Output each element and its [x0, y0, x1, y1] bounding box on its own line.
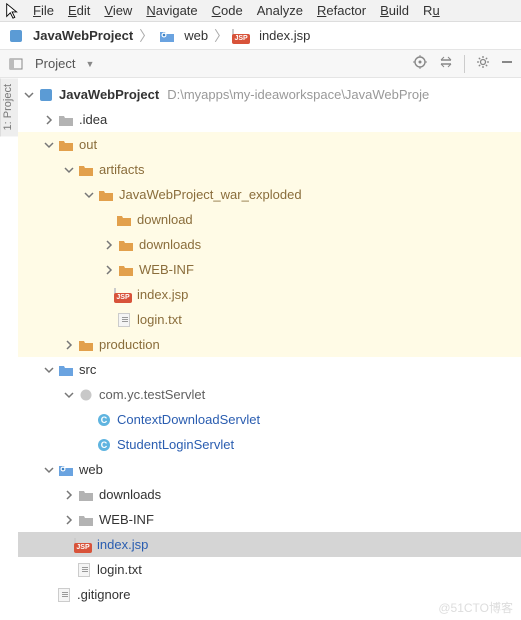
folder-icon — [58, 137, 74, 153]
breadcrumb-web[interactable]: web — [157, 28, 210, 44]
folder-icon — [78, 512, 94, 528]
tree-item-web[interactable]: web — [18, 457, 521, 482]
breadcrumb-file[interactable]: JSP index.jsp — [232, 28, 312, 44]
chevron-down-icon[interactable] — [42, 363, 56, 377]
chevron-down-icon[interactable] — [82, 188, 96, 202]
tree-item-logintxt-out[interactable]: login.txt — [18, 307, 521, 332]
tree-item-downloads[interactable]: downloads — [18, 232, 521, 257]
tree-item-src[interactable]: src — [18, 357, 521, 382]
separator — [464, 55, 465, 73]
tree-item-logintxt[interactable]: login.txt — [18, 557, 521, 582]
module-icon — [8, 28, 24, 44]
cursor-icon — [4, 2, 22, 20]
folder-icon — [78, 487, 94, 503]
tree-item-webinf[interactable]: WEB-INF — [18, 257, 521, 282]
svg-text:C: C — [101, 415, 108, 425]
folder-icon — [78, 162, 94, 178]
breadcrumb-project[interactable]: JavaWebProject — [6, 28, 135, 44]
tree-item-war-exploded[interactable]: JavaWebProject_war_exploded — [18, 182, 521, 207]
project-tool-header: Project ▼ — [0, 50, 521, 78]
menu-code[interactable]: Code — [205, 1, 250, 20]
tree-item-out[interactable]: out — [18, 132, 521, 157]
chevron-down-icon[interactable] — [22, 88, 36, 102]
tree-item-indexjsp[interactable]: JSP index.jsp — [18, 532, 521, 557]
project-tree[interactable]: JavaWebProject D:\myapps\my-ideaworkspac… — [18, 78, 521, 611]
folder-icon — [58, 112, 74, 128]
chevron-right-icon[interactable] — [62, 488, 76, 502]
tree-root[interactable]: JavaWebProject D:\myapps\my-ideaworkspac… — [18, 82, 521, 107]
menu-navigate[interactable]: Navigate — [139, 1, 204, 20]
text-file-icon — [116, 312, 132, 328]
tree-item-package[interactable]: com.yc.testServlet — [18, 382, 521, 407]
menu-build[interactable]: Build — [373, 1, 416, 20]
breadcrumb: JavaWebProject 〉 web 〉 JSP index.jsp — [0, 22, 521, 50]
chevron-right-icon[interactable] — [102, 238, 116, 252]
source-folder-icon — [58, 362, 74, 378]
tree-item-indexjsp-out[interactable]: JSP index.jsp — [18, 282, 521, 307]
class-icon: C — [96, 437, 112, 453]
chevron-right-icon[interactable] — [62, 513, 76, 527]
package-icon — [78, 387, 94, 403]
breadcrumb-separator: 〉 — [139, 26, 153, 46]
jsp-icon: JSP — [234, 28, 250, 44]
menu-view[interactable]: View — [97, 1, 139, 20]
web-folder-icon — [58, 462, 74, 478]
folder-icon — [118, 237, 134, 253]
watermark: @51CTO博客 — [438, 599, 513, 616]
chevron-right-icon[interactable] — [42, 113, 56, 127]
tree-item-download[interactable]: download — [18, 207, 521, 232]
chevron-right-icon[interactable] — [102, 263, 116, 277]
svg-text:C: C — [101, 440, 108, 450]
settings-icon[interactable] — [475, 54, 491, 73]
tree-item-artifacts[interactable]: artifacts — [18, 157, 521, 182]
chevron-down-icon[interactable] — [62, 163, 76, 177]
menu-refactor[interactable]: Refactor — [310, 1, 373, 20]
tree-item-idea[interactable]: .idea — [18, 107, 521, 132]
web-folder-icon — [159, 28, 175, 44]
jsp-icon: JSP — [76, 537, 92, 553]
menu-bar: FFileile Edit View Navigate Code Analyze… — [0, 0, 521, 22]
folder-icon — [118, 262, 134, 278]
tree-item-webinf2[interactable]: WEB-INF — [18, 507, 521, 532]
chevron-down-icon[interactable] — [42, 463, 56, 477]
menu-analyze[interactable]: Analyze — [250, 1, 310, 20]
folder-icon — [116, 212, 132, 228]
menu-file[interactable]: FFileile — [26, 1, 61, 20]
folder-icon — [78, 337, 94, 353]
project-view-icon — [8, 56, 24, 72]
folder-icon — [98, 187, 114, 203]
dropdown-icon[interactable]: ▼ — [85, 59, 94, 69]
breadcrumb-separator: 〉 — [214, 26, 228, 46]
module-icon — [38, 87, 54, 103]
tool-window-tab-project[interactable]: 1: Project — [0, 78, 18, 136]
collapse-all-icon[interactable] — [438, 54, 454, 73]
text-file-icon — [56, 587, 72, 603]
scroll-to-source-icon[interactable] — [412, 54, 428, 73]
jsp-icon: JSP — [116, 287, 132, 303]
tree-item-class-download[interactable]: C ContextDownloadServlet — [18, 407, 521, 432]
tree-item-downloads2[interactable]: downloads — [18, 482, 521, 507]
chevron-down-icon[interactable] — [42, 138, 56, 152]
hide-icon[interactable] — [501, 56, 513, 71]
menu-edit[interactable]: Edit — [61, 1, 97, 20]
menu-run[interactable]: Ru — [416, 1, 447, 20]
class-icon: C — [96, 412, 112, 428]
chevron-right-icon[interactable] — [62, 338, 76, 352]
chevron-down-icon[interactable] — [62, 388, 76, 402]
text-file-icon — [76, 562, 92, 578]
tree-item-class-login[interactable]: C StudentLoginServlet — [18, 432, 521, 457]
tool-title: Project — [35, 56, 75, 71]
tree-item-production[interactable]: production — [18, 332, 521, 357]
